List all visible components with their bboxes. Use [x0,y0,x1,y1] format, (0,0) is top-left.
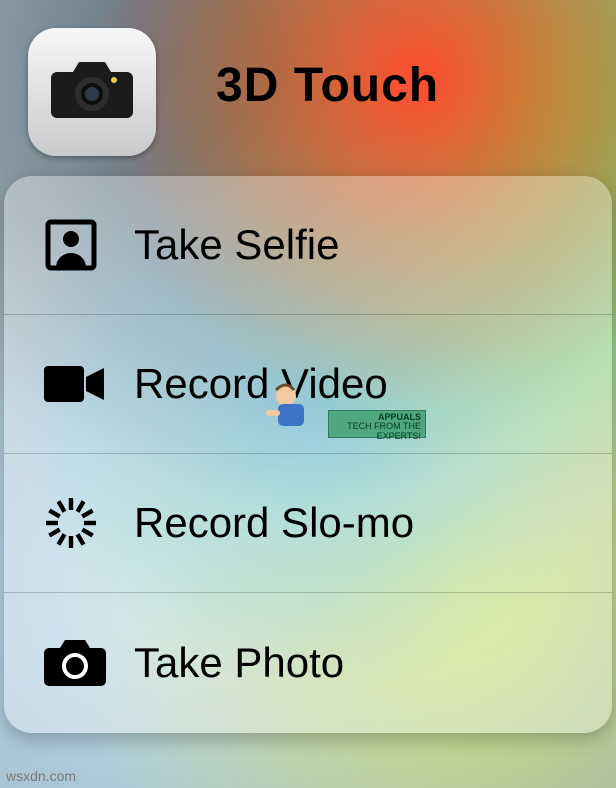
attribution-text: wsxdn.com [6,768,76,784]
video-icon [44,364,134,404]
watermark-appuals: APPUALS TECH FROM THE EXPERTS! [258,380,428,440]
menu-item-record-slomo[interactable]: Record Slo-mo [4,454,612,593]
menu-item-label: Take Photo [134,639,344,687]
page-title: 3D Touch [216,58,576,113]
slomo-icon [44,496,134,550]
menu-item-label: Record Slo-mo [134,499,414,547]
watermark-line2: TECH FROM THE EXPERTS! [329,422,421,441]
selfie-icon [44,218,134,272]
camera-icon [49,60,135,125]
camera-icon [44,640,134,686]
menu-item-take-photo[interactable]: Take Photo [4,593,612,732]
menu-item-label: Take Selfie [134,221,339,269]
menu-item-take-selfie[interactable]: Take Selfie [4,176,612,315]
camera-app-icon[interactable] [28,28,156,156]
quick-actions-menu: Take Selfie Record Video [4,176,612,733]
